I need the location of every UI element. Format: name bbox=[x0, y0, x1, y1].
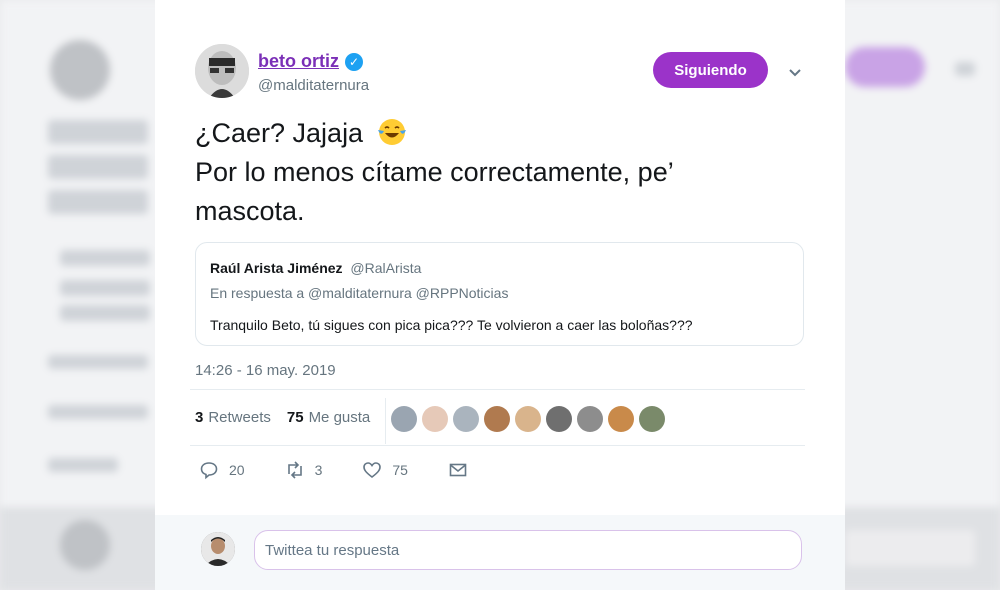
liker-avatar[interactable] bbox=[639, 406, 665, 432]
like-action[interactable]: 75 bbox=[362, 460, 408, 480]
liker-avatar[interactable] bbox=[608, 406, 634, 432]
retweets-stat[interactable]: 3 Retweets bbox=[195, 409, 271, 426]
author-avatar[interactable] bbox=[195, 44, 249, 98]
retweet-icon bbox=[287, 461, 302, 479]
quoted-author-handle: @RalArista bbox=[350, 260, 422, 276]
reply-count: 20 bbox=[229, 462, 245, 478]
author-name[interactable]: beto ortiz bbox=[258, 51, 339, 72]
author-handle[interactable]: @malditaternura bbox=[258, 77, 369, 94]
chevron-down-icon[interactable] bbox=[787, 64, 803, 80]
liker-avatar[interactable] bbox=[391, 406, 417, 432]
tweet-text-line: mascota. bbox=[195, 196, 305, 226]
likes-stat-count: 75 bbox=[286, 409, 304, 426]
retweet-count: 3 bbox=[314, 462, 323, 478]
tweet-stats: 3 Retweets 75 Me gusta bbox=[195, 409, 370, 426]
direct-message-action[interactable] bbox=[448, 460, 468, 480]
quoted-author-row: Raúl Arista Jiménez @RalArista bbox=[210, 260, 421, 276]
quoted-text: Tranquilo Beto, tú sigues con pica pica?… bbox=[210, 317, 693, 333]
verified-badge-icon: ✓ bbox=[345, 52, 363, 71]
liker-avatar[interactable] bbox=[422, 406, 448, 432]
tweet-text: ¿Caer? Jajaja Por lo menos cítame correc… bbox=[195, 114, 795, 231]
author-name-row: beto ortiz ✓ bbox=[258, 51, 363, 72]
liker-avatar[interactable] bbox=[546, 406, 572, 432]
heart-icon bbox=[363, 462, 382, 479]
tweet-text-line: Por lo menos cítame correctamente, pe’ bbox=[195, 157, 674, 187]
reply-composer bbox=[155, 515, 845, 590]
liker-avatar[interactable] bbox=[484, 406, 510, 432]
divider bbox=[385, 398, 386, 444]
liker-avatar[interactable] bbox=[453, 406, 479, 432]
quoted-author-name: Raúl Arista Jiménez bbox=[210, 260, 343, 276]
liker-avatar[interactable] bbox=[577, 406, 603, 432]
author-avatar-image bbox=[195, 44, 249, 98]
reply-action[interactable]: 20 bbox=[199, 460, 245, 480]
retweets-stat-label: Retweets bbox=[208, 409, 271, 426]
retweet-action[interactable]: 3 bbox=[285, 460, 323, 480]
envelope-icon bbox=[449, 463, 467, 477]
like-count: 75 bbox=[392, 462, 408, 478]
tweet-text-line: ¿Caer? Jajaja bbox=[195, 118, 364, 148]
reply-icon bbox=[200, 462, 218, 480]
likes-stat[interactable]: 75 Me gusta bbox=[287, 409, 370, 426]
tweet-actions: 20 3 75 bbox=[199, 460, 508, 480]
quoted-tweet[interactable]: Raúl Arista Jiménez @RalArista En respue… bbox=[195, 242, 804, 346]
following-button[interactable]: Siguiendo bbox=[653, 52, 768, 88]
tweet-timestamp[interactable]: 14:26 - 16 may. 2019 bbox=[195, 362, 336, 379]
divider bbox=[190, 389, 805, 390]
current-user-avatar bbox=[201, 532, 235, 566]
quoted-reply-context: En respuesta a @malditaternura @RPPNotic… bbox=[210, 285, 509, 301]
divider bbox=[190, 445, 805, 446]
likes-stat-label: Me gusta bbox=[308, 409, 371, 426]
face-with-tears-of-joy-icon bbox=[377, 119, 406, 145]
liker-avatars bbox=[391, 406, 665, 432]
tweet-card: beto ortiz ✓ @malditaternura Siguiendo ¿… bbox=[155, 0, 845, 590]
reply-input[interactable] bbox=[254, 530, 802, 570]
current-user-avatar-image bbox=[201, 532, 235, 566]
retweets-stat-count: 3 bbox=[195, 409, 204, 426]
liker-avatar[interactable] bbox=[515, 406, 541, 432]
